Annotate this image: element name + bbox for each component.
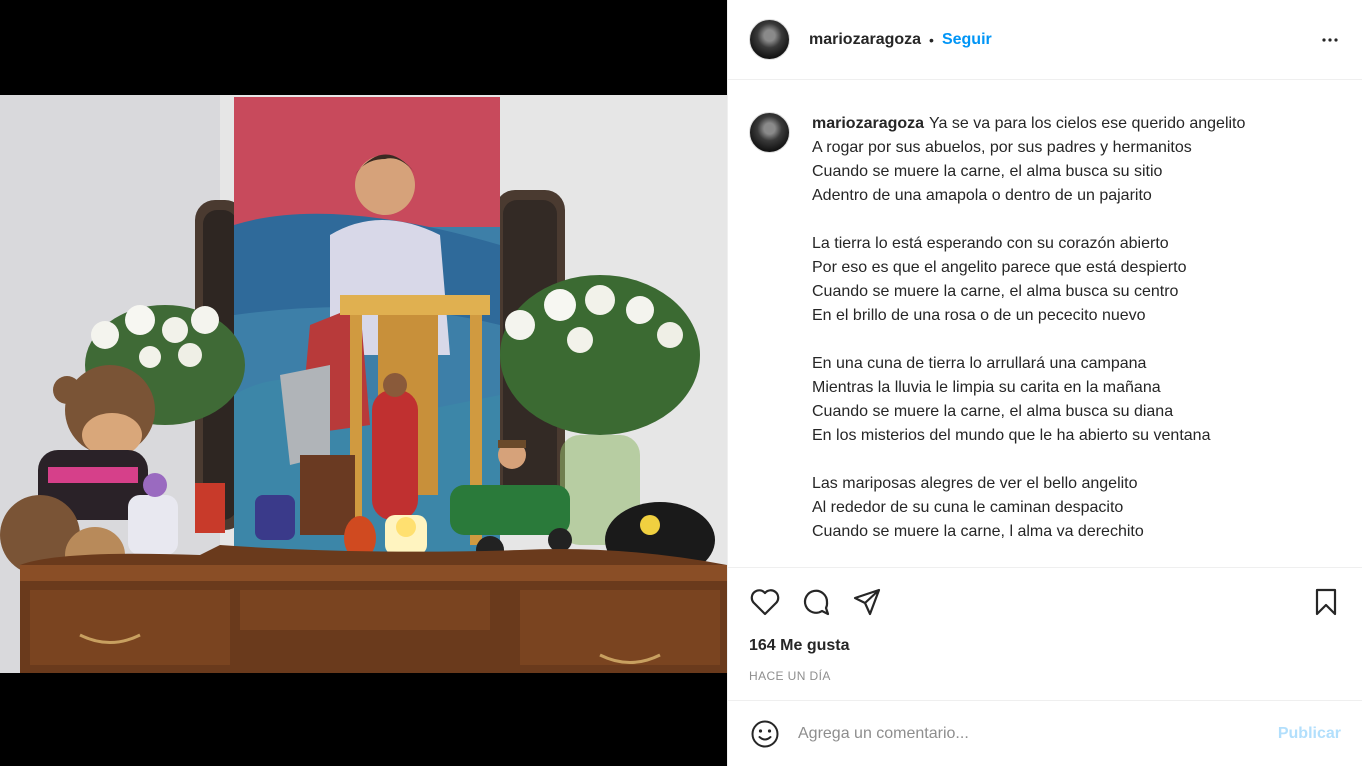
smiley-icon[interactable] — [749, 718, 781, 750]
post-photo — [0, 95, 727, 673]
publish-button[interactable]: Publicar — [1278, 725, 1341, 743]
separator-dot: • — [929, 31, 934, 48]
author-username[interactable]: mariozaragoza — [809, 31, 921, 49]
caption-line: Cuando se muere la carne, l alma va dere… — [812, 523, 1144, 540]
caption-section: mariozaragoza Ya se va para los cielos es… — [728, 80, 1362, 568]
caption-stanza-break — [812, 208, 1245, 232]
caption-line: Mientras la lluvia le limpia su carita e… — [812, 379, 1161, 396]
comment-composer: Publicar — [728, 700, 1362, 766]
caption-line: Las mariposas alegres de ver el bello an… — [812, 475, 1138, 492]
comment-input[interactable] — [798, 724, 1278, 743]
post-sidebar: mariozaragoza • Seguir mariozaragoza Ya s… — [727, 0, 1362, 766]
caption-line: Cuando se muere la carne, el alma busca … — [812, 403, 1174, 420]
caption-line: En una cuna de tierra lo arrullará una c… — [812, 355, 1147, 372]
caption-stanza-break — [812, 328, 1245, 352]
heart-icon[interactable] — [749, 586, 781, 618]
post-header: mariozaragoza • Seguir — [728, 0, 1362, 80]
caption-line: Cuando se muere la carne, el alma busca … — [812, 163, 1163, 180]
paper-plane-icon[interactable] — [851, 586, 883, 618]
comment-bubble-icon[interactable] — [800, 586, 832, 618]
instagram-post-modal: mariozaragoza • Seguir mariozaragoza Ya s… — [0, 0, 1362, 766]
post-media[interactable] — [0, 0, 727, 766]
caption-line: A rogar por sus abuelos, por sus padres … — [812, 139, 1192, 156]
post-timestamp[interactable]: HACE UN DÍA — [728, 668, 1362, 684]
caption-username[interactable]: mariozaragoza — [812, 115, 924, 132]
caption-line-text: Ya se va para los cielos ese querido ang… — [929, 115, 1246, 132]
caption-line: En el brillo de una rosa o de un pececit… — [812, 307, 1146, 324]
post-actions — [728, 568, 1362, 636]
bookmark-icon[interactable] — [1310, 586, 1342, 618]
caption-line: Adentro de una amapola o dentro de un pa… — [812, 187, 1152, 204]
caption-line: Al rededor de su cuna le caminan despaci… — [812, 499, 1124, 516]
caption-line: En los misterios del mundo que le ha abi… — [812, 427, 1211, 444]
caption-text: mariozaragoza Ya se va para los cielos es… — [812, 112, 1245, 544]
author-avatar[interactable] — [749, 19, 790, 60]
caption-line: Cuando se muere la carne, el alma busca … — [812, 283, 1179, 300]
caption-author-avatar[interactable] — [749, 112, 790, 153]
caption-line: mariozaragoza Ya se va para los cielos es… — [812, 112, 1245, 136]
like-count[interactable]: 164 Me gusta — [728, 636, 1362, 656]
caption: mariozaragoza Ya se va para los cielos es… — [749, 112, 1342, 544]
caption-stanza-break — [812, 448, 1245, 472]
more-options-icon[interactable] — [1318, 28, 1342, 52]
caption-line: Por eso es que el angelito parece que es… — [812, 259, 1187, 276]
follow-button[interactable]: Seguir — [942, 31, 992, 49]
caption-line: La tierra lo está esperando con su coraz… — [812, 235, 1169, 252]
